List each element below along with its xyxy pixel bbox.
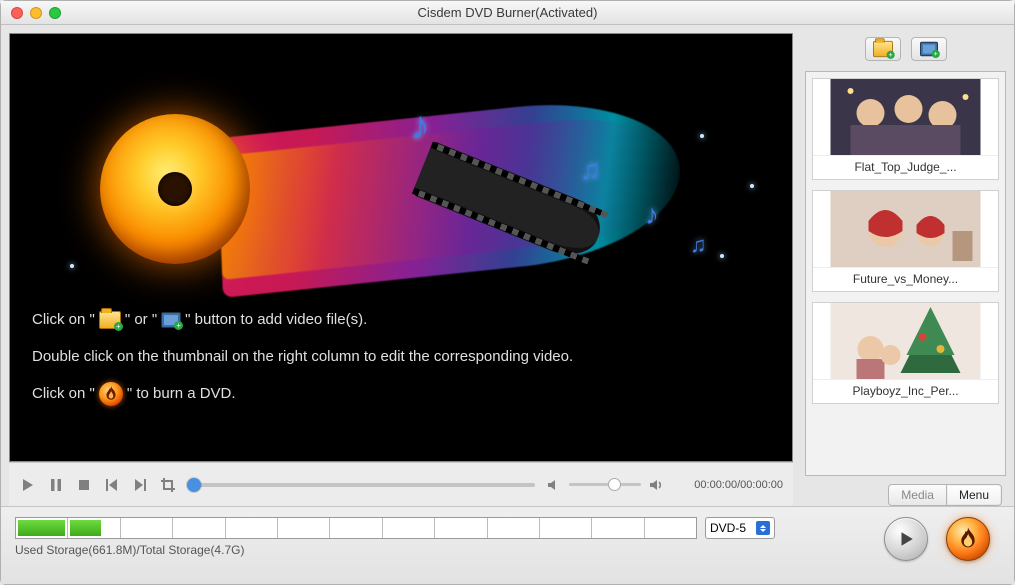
sidebar: + + Flat_Top_Judge_... Future_vs_Money...… [801,25,1014,506]
sidebar-tabs: Media Menu [805,484,1006,506]
thumbnail [813,79,998,155]
splash-artwork: ♪♫♪♫ [60,74,700,274]
storage-segment [121,518,173,538]
add-video-button[interactable]: + [911,37,947,61]
media-label: Playboyz_Inc_Per... [813,379,998,403]
window-title: Cisdem DVD Burner(Activated) [1,5,1014,20]
text: Click on " [32,309,95,332]
storage-segment [226,518,278,538]
stop-button[interactable] [75,476,93,494]
storage-segment [592,518,644,538]
instruction-line-3: Click on " " to burn a DVD. [32,382,772,406]
text: " button to add video file(s). [185,309,367,332]
storage-segment [488,518,540,538]
crop-button[interactable] [159,476,177,494]
storage-segment [16,518,68,538]
window-controls [1,7,61,19]
titlebar: Cisdem DVD Burner(Activated) [1,1,1014,25]
bottom-bar: DVD-5 Used Storage(661.8M)/Total Storage… [1,506,1014,584]
volume-control[interactable] [545,476,665,494]
pause-button[interactable] [47,476,65,494]
player-controls: 00:00:00/00:00:00 [9,462,793,506]
seek-slider[interactable] [187,483,535,487]
disc-type-value: DVD-5 [710,521,746,535]
preview-area: ♪♫♪♫ Click on " + " or " + " button to a… [9,33,793,462]
burn-icon [99,382,123,406]
time-total: 00:00:00 [740,479,783,491]
storage-segment [173,518,225,538]
thumbnail [813,303,998,379]
action-buttons [884,517,1000,561]
play-button[interactable] [19,476,37,494]
storage-segment [383,518,435,538]
zoom-window-button[interactable] [49,7,61,19]
instruction-line-2: Double click on the thumbnail on the rig… [32,346,772,369]
prev-button[interactable] [103,476,121,494]
storage-segment [540,518,592,538]
tab-menu[interactable]: Menu [946,484,1002,506]
video-add-icon: + [161,312,181,328]
add-folder-button[interactable]: + [865,37,901,61]
instructions: Click on " + " or " + " button to add vi… [32,309,772,420]
close-window-button[interactable] [11,7,23,19]
timecode: 00:00:00/00:00:00 [683,479,783,491]
storage-segment [435,518,487,538]
storage-bar [15,517,697,539]
storage-segment [278,518,330,538]
preview-play-button[interactable] [884,517,928,561]
volume-mute-icon[interactable] [545,476,563,494]
text: Click on " [32,383,95,406]
media-item[interactable]: Playboyz_Inc_Per... [812,302,999,404]
sidebar-toolbar: + + [805,33,1006,63]
time-current: 00:00:00 [694,479,737,491]
burn-button[interactable] [946,517,990,561]
storage-segment [330,518,382,538]
minimize-window-button[interactable] [30,7,42,19]
text: " to burn a DVD. [127,383,236,406]
thumbnail [813,191,998,267]
media-label: Future_vs_Money... [813,267,998,291]
disc-type-select[interactable]: DVD-5 [705,517,775,539]
folder-add-icon: + [99,311,121,329]
storage-segment [645,518,696,538]
preview-column: ♪♫♪♫ Click on " + " or " + " button to a… [1,25,801,506]
chevron-updown-icon [756,521,770,535]
text: " or " [125,309,157,332]
storage-segment [68,518,120,538]
storage-text: Used Storage(661.8M)/Total Storage(4.7G) [15,543,775,557]
volume-max-icon[interactable] [647,476,665,494]
next-button[interactable] [131,476,149,494]
media-item[interactable]: Future_vs_Money... [812,190,999,292]
media-list: Flat_Top_Judge_... Future_vs_Money... Play… [805,71,1006,476]
media-item[interactable]: Flat_Top_Judge_... [812,78,999,180]
instruction-line-1: Click on " + " or " + " button to add vi… [32,309,772,332]
storage-panel: DVD-5 Used Storage(661.8M)/Total Storage… [15,517,775,557]
tab-media[interactable]: Media [888,484,946,506]
media-label: Flat_Top_Judge_... [813,155,998,179]
